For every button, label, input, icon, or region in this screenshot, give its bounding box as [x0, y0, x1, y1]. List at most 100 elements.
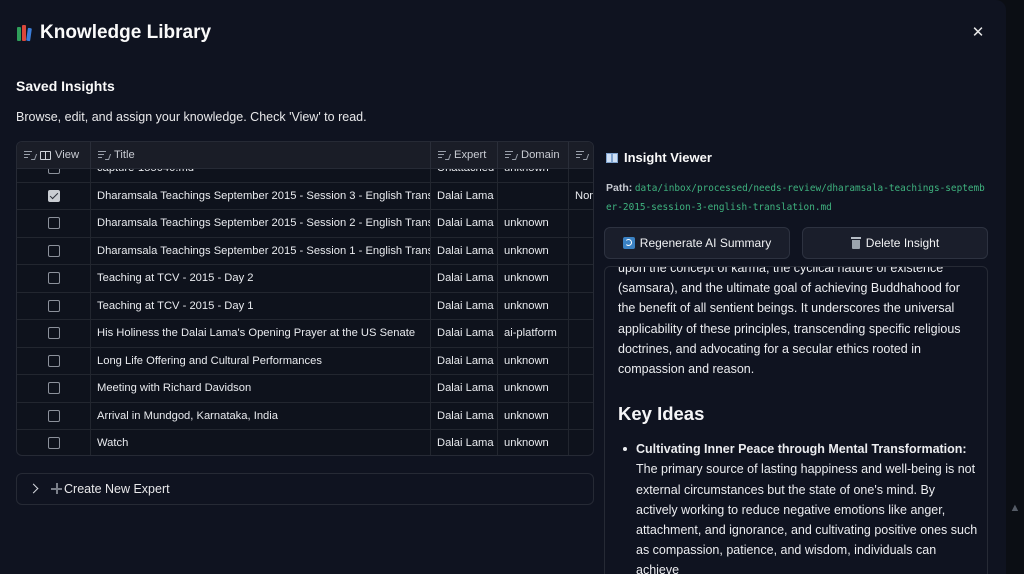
column-sort-icon[interactable]: [505, 151, 519, 160]
domain-cell[interactable]: unknown: [498, 265, 569, 293]
domain-cell[interactable]: unknown: [498, 430, 569, 455]
expert-cell[interactable]: Unattached: [431, 169, 498, 183]
column-sort-icon[interactable]: [24, 151, 38, 160]
close-icon[interactable]: ✕: [970, 24, 986, 42]
view-checkbox[interactable]: [48, 354, 60, 367]
table-row[interactable]: Watch Dalai Lama unknown: [17, 430, 593, 455]
domain-cell[interactable]: [498, 182, 569, 210]
view-cell[interactable]: [17, 237, 91, 265]
expert-cell[interactable]: Dalai Lama: [431, 430, 498, 455]
view-cell[interactable]: [17, 265, 91, 293]
view-cell[interactable]: [17, 347, 91, 375]
extra-cell[interactable]: [569, 430, 593, 455]
regenerate-ai-summary-button[interactable]: Regenerate AI Summary: [604, 227, 790, 259]
expert-cell[interactable]: Dalai Lama: [431, 347, 498, 375]
title-cell[interactable]: Teaching at TCV - 2015 - Day 2: [91, 265, 431, 293]
domain-cell[interactable]: unknown: [498, 169, 569, 183]
expert-cell[interactable]: Dalai Lama: [431, 237, 498, 265]
view-checkbox[interactable]: [48, 217, 60, 229]
title-cell[interactable]: Teaching at TCV - 2015 - Day 1: [91, 292, 431, 320]
table-row[interactable]: capture-155040.md Unattached unknown: [17, 169, 593, 183]
view-checkbox[interactable]: [48, 189, 60, 202]
column-header-title[interactable]: Title: [91, 142, 431, 169]
view-cell[interactable]: [17, 292, 91, 320]
table-row[interactable]: Teaching at TCV - 2015 - Day 2 Dalai Lama…: [17, 265, 593, 293]
expert-cell[interactable]: Dalai Lama: [431, 320, 498, 348]
extra-cell[interactable]: [569, 348, 593, 376]
domain-cell[interactable]: unknown: [498, 292, 569, 320]
expert-cell[interactable]: Dalai Lama: [431, 292, 498, 320]
key-idea-text: The primary source of lasting happiness …: [636, 462, 978, 574]
expert-cell[interactable]: Dalai Lama: [431, 210, 498, 238]
chevron-right-icon[interactable]: [28, 483, 39, 494]
title-cell[interactable]: Watch: [91, 430, 431, 455]
view-cell[interactable]: [17, 402, 91, 430]
table-row[interactable]: Dharamsala Teachings September 2015 - Se…: [17, 182, 593, 211]
expert-cell[interactable]: Dalai Lama: [431, 265, 498, 293]
path-label: Path:: [606, 182, 633, 194]
table-row[interactable]: Dharamsala Teachings September 2015 - Se…: [17, 210, 593, 238]
table-row[interactable]: Arrival in Mundgod, Karnataka, India Dala…: [17, 402, 593, 431]
view-cell[interactable]: [17, 169, 91, 183]
column-header-view[interactable]: View: [17, 142, 91, 169]
title-cell[interactable]: His Holiness the Dalai Lama's Opening Pr…: [91, 320, 431, 348]
extra-cell[interactable]: [569, 169, 593, 183]
delete-insight-button[interactable]: Delete Insight: [802, 227, 988, 259]
key-ideas-heading: Key Ideas: [618, 403, 705, 425]
title-cell[interactable]: Dharamsala Teachings September 2015 - Se…: [91, 210, 431, 238]
view-checkbox[interactable]: [48, 382, 60, 394]
insights-table[interactable]: View Title Expert Domain capture-155040.…: [16, 141, 594, 456]
table-row[interactable]: Teaching at TCV - 2015 - Day 1 Dalai Lama…: [17, 292, 593, 321]
view-checkbox[interactable]: [48, 299, 60, 312]
domain-cell[interactable]: unknown: [498, 347, 569, 375]
extra-cell[interactable]: [569, 320, 593, 348]
extra-cell[interactable]: [569, 403, 593, 431]
scroll-up-arrow-icon[interactable]: ▲: [1009, 498, 1021, 518]
view-cell[interactable]: [17, 430, 91, 455]
table-row[interactable]: His Holiness the Dalai Lama's Opening Pr…: [17, 320, 593, 348]
view-cell[interactable]: [17, 375, 91, 403]
view-checkbox[interactable]: [48, 437, 60, 449]
view-checkbox[interactable]: [48, 169, 60, 174]
view-checkbox[interactable]: [48, 327, 60, 339]
extra-cell[interactable]: [569, 375, 593, 403]
column-sort-icon[interactable]: [98, 151, 112, 160]
extra-cell[interactable]: Non: [569, 183, 593, 211]
extra-cell[interactable]: [569, 238, 593, 266]
column-header-domain[interactable]: Domain: [498, 142, 569, 169]
table-row[interactable]: Long Life Offering and Cultural Performa…: [17, 347, 593, 376]
title-cell[interactable]: Long Life Offering and Cultural Performa…: [91, 347, 431, 375]
insight-content-viewer[interactable]: upon the concept of karma, the cyclical …: [604, 266, 988, 574]
title-cell[interactable]: Meeting with Richard Davidson: [91, 375, 431, 403]
title-cell[interactable]: capture-155040.md: [91, 169, 431, 183]
view-cell[interactable]: [17, 182, 91, 210]
view-cell[interactable]: [17, 320, 91, 348]
view-checkbox[interactable]: [48, 272, 60, 284]
domain-cell[interactable]: unknown: [498, 375, 569, 403]
extra-cell[interactable]: [569, 265, 593, 293]
delete-label: Delete Insight: [865, 236, 940, 250]
domain-cell[interactable]: unknown: [498, 402, 569, 430]
domain-cell[interactable]: unknown: [498, 210, 569, 238]
view-checkbox[interactable]: [48, 409, 60, 422]
domain-cell[interactable]: ai-platform: [498, 320, 569, 348]
page-scrollbar[interactable]: ▲: [1006, 0, 1024, 574]
extra-cell[interactable]: [569, 210, 593, 238]
create-new-expert-expander[interactable]: Create New Expert: [16, 473, 594, 505]
title-cell[interactable]: Arrival in Mundgod, Karnataka, India: [91, 402, 431, 430]
extra-cell[interactable]: [569, 293, 593, 321]
expert-cell[interactable]: Dalai Lama: [431, 402, 498, 430]
view-checkbox[interactable]: [48, 244, 60, 257]
view-cell[interactable]: [17, 210, 91, 238]
expert-cell[interactable]: Dalai Lama: [431, 182, 498, 210]
column-header-more[interactable]: [569, 142, 593, 169]
column-sort-icon[interactable]: [576, 151, 590, 160]
title-cell[interactable]: Dharamsala Teachings September 2015 - Se…: [91, 182, 431, 210]
table-row[interactable]: Meeting with Richard Davidson Dalai Lama u…: [17, 375, 593, 403]
table-row[interactable]: Dharamsala Teachings September 2015 - Se…: [17, 237, 593, 266]
title-cell[interactable]: Dharamsala Teachings September 2015 - Se…: [91, 237, 431, 265]
column-sort-icon[interactable]: [438, 151, 452, 160]
domain-cell[interactable]: unknown: [498, 237, 569, 265]
expert-cell[interactable]: Dalai Lama: [431, 375, 498, 403]
column-header-expert[interactable]: Expert: [431, 142, 498, 169]
